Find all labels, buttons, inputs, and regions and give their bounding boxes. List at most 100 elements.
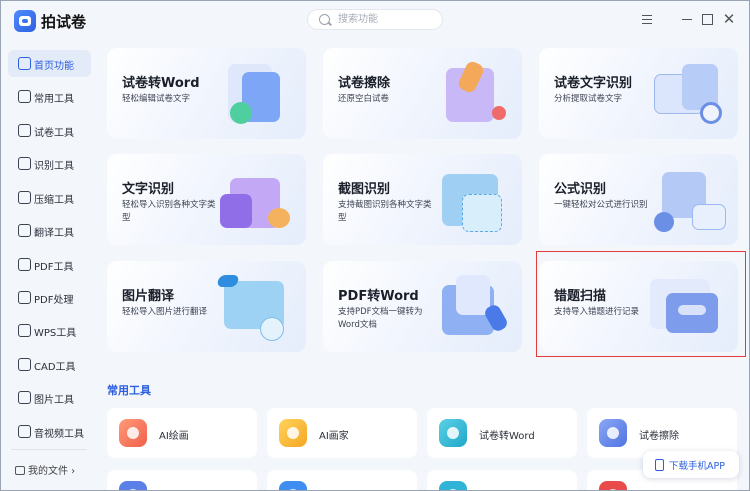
tool-label: 试卷擦除	[639, 431, 679, 442]
ai-artist-icon	[279, 419, 307, 447]
download-app-button[interactable]: 下载手机APP	[643, 451, 739, 478]
search-box[interactable]	[307, 9, 443, 30]
card-desc: 分析提取试卷文字	[554, 94, 623, 104]
card-desc: 轻松编辑试卷文字	[122, 94, 191, 104]
card-formula-ocr[interactable]: 公式识别 一键轻松对公式进行识别	[539, 154, 738, 245]
sidebar-item-label: 试卷工具	[34, 128, 74, 139]
card-desc: 轻松导入图片进行翻译	[122, 307, 208, 317]
sidebar-item-compress-tools[interactable]: 压缩工具	[8, 184, 91, 211]
phone-icon	[655, 459, 664, 471]
selection-highlight	[536, 251, 746, 357]
sidebar-item-label: 翻译工具	[34, 228, 74, 239]
sidebar-item-label: 压缩工具	[34, 195, 74, 206]
card-title: 试卷转Word	[122, 76, 200, 91]
sidebar-divider	[11, 449, 87, 450]
tool-icon	[119, 481, 147, 490]
sidebar-item-label: 音视频工具	[34, 429, 84, 440]
sidebar-item-pdf-process[interactable]: PDF处理	[8, 284, 91, 311]
sidebar-item-label: PDF处理	[34, 295, 74, 306]
tool-row-partial[interactable]	[107, 470, 257, 490]
sidebar: 首页功能 常用工具 试卷工具 识别工具 压缩工具 翻译工具 PDF工具 PDF处…	[1, 39, 97, 490]
scan-icon	[18, 157, 31, 170]
sidebar-item-label: CAD工具	[34, 362, 76, 373]
menu-icon[interactable]	[637, 9, 657, 29]
minimize-icon[interactable]	[677, 9, 697, 29]
my-files-link[interactable]: 我的文件 ›	[15, 462, 75, 477]
screenshot-ocr-icon	[432, 164, 512, 238]
search-input[interactable]	[338, 12, 438, 27]
wps-icon	[18, 324, 31, 337]
tool-ai-artist[interactable]: AI画家	[267, 408, 417, 458]
compress-icon	[18, 191, 31, 204]
card-pdf-to-word[interactable]: PDF转Word 支持PDF文档一键转为Word文档	[323, 261, 522, 352]
card-title: 图片翻译	[122, 289, 175, 304]
sidebar-item-label: 常用工具	[34, 94, 74, 105]
my-files-label: 我的文件 ›	[28, 466, 76, 477]
app-window: 拍试卷 ✕ 首页功能 常用工具 试卷工具 识别工具	[0, 0, 750, 491]
tool-paper-to-word[interactable]: 试卷转Word	[427, 408, 577, 458]
image-translate-icon	[216, 271, 296, 345]
card-text-ocr[interactable]: 文字识别 轻松导入识别各种文字类型	[107, 154, 306, 245]
cad-icon	[18, 358, 31, 371]
eraser-icon	[599, 419, 627, 447]
title-bar: 拍试卷 ✕	[1, 1, 749, 39]
card-title: PDF转Word	[338, 289, 419, 304]
sidebar-item-label: 识别工具	[34, 161, 74, 172]
card-screenshot-ocr[interactable]: 截图识别 支持截图识别各种文字类型	[323, 154, 522, 245]
paper-to-word-icon	[216, 58, 296, 132]
tool-row-partial[interactable]	[267, 470, 417, 490]
folder-icon	[15, 466, 25, 475]
app-title: 拍试卷	[41, 13, 87, 31]
card-desc: 支持PDF文档一键转为Word文档	[338, 307, 423, 330]
sidebar-item-ocr-tools[interactable]: 识别工具	[8, 150, 91, 177]
paper-icon	[18, 124, 31, 137]
maximize-icon[interactable]	[697, 9, 717, 29]
tool-row-partial[interactable]	[427, 470, 577, 490]
card-paper-erase[interactable]: 试卷擦除 还原空白试卷	[323, 48, 522, 139]
sidebar-item-label: 首页功能	[34, 61, 74, 72]
sidebar-item-paper-tools[interactable]: 试卷工具	[8, 117, 91, 144]
tool-label: AI画家	[319, 431, 349, 442]
sidebar-item-wps-tools[interactable]: WPS工具	[8, 317, 91, 344]
sidebar-item-label: PDF工具	[34, 262, 74, 273]
card-desc: 一键轻松对公式进行识别	[554, 200, 648, 210]
download-app-label: 下载手机APP	[669, 461, 725, 472]
sidebar-item-home[interactable]: 首页功能	[8, 50, 91, 77]
formula-ocr-icon	[648, 164, 728, 238]
sidebar-item-common-tools[interactable]: 常用工具	[8, 83, 91, 110]
card-title: 试卷擦除	[338, 76, 391, 91]
close-icon[interactable]: ✕	[719, 9, 739, 29]
tool-icon	[439, 481, 467, 490]
home-icon	[18, 57, 31, 70]
card-paper-ocr[interactable]: 试卷文字识别 分析提取试卷文字	[539, 48, 738, 139]
pdf-process-icon	[18, 291, 31, 304]
ai-paint-icon	[119, 419, 147, 447]
card-desc: 轻松导入识别各种文字类型	[122, 200, 216, 223]
tool-label: 试卷转Word	[479, 431, 535, 442]
tool-icon	[599, 481, 627, 490]
paper-to-word-icon	[439, 419, 467, 447]
section-title: 常用工具	[107, 384, 151, 397]
card-title: 截图识别	[338, 182, 391, 197]
layers-icon	[18, 90, 31, 103]
tool-ai-paint[interactable]: AI绘画	[107, 408, 257, 458]
tool-label: AI绘画	[159, 431, 189, 442]
pdf-icon	[18, 258, 31, 271]
translate-icon	[18, 224, 31, 237]
card-image-translate[interactable]: 图片翻译 轻松导入图片进行翻译	[107, 261, 306, 352]
paper-ocr-icon	[648, 58, 728, 132]
pdf-to-word-icon	[432, 271, 512, 345]
card-paper-to-word[interactable]: 试卷转Word 轻松编辑试卷文字	[107, 48, 306, 139]
sidebar-item-translate-tools[interactable]: 翻译工具	[8, 217, 91, 244]
text-ocr-icon	[216, 164, 296, 238]
sidebar-item-cad-tools[interactable]: CAD工具	[8, 351, 91, 378]
sidebar-item-pdf-tools[interactable]: PDF工具	[8, 251, 91, 278]
sidebar-item-label: WPS工具	[34, 328, 77, 339]
eraser-icon	[432, 58, 512, 132]
sidebar-item-media-tools[interactable]: 音视频工具	[8, 418, 91, 445]
search-icon	[319, 14, 330, 25]
media-icon	[18, 425, 31, 438]
card-title: 公式识别	[554, 182, 607, 197]
card-desc: 支持截图识别各种文字类型	[338, 200, 432, 223]
sidebar-item-image-tools[interactable]: 图片工具	[8, 384, 91, 411]
